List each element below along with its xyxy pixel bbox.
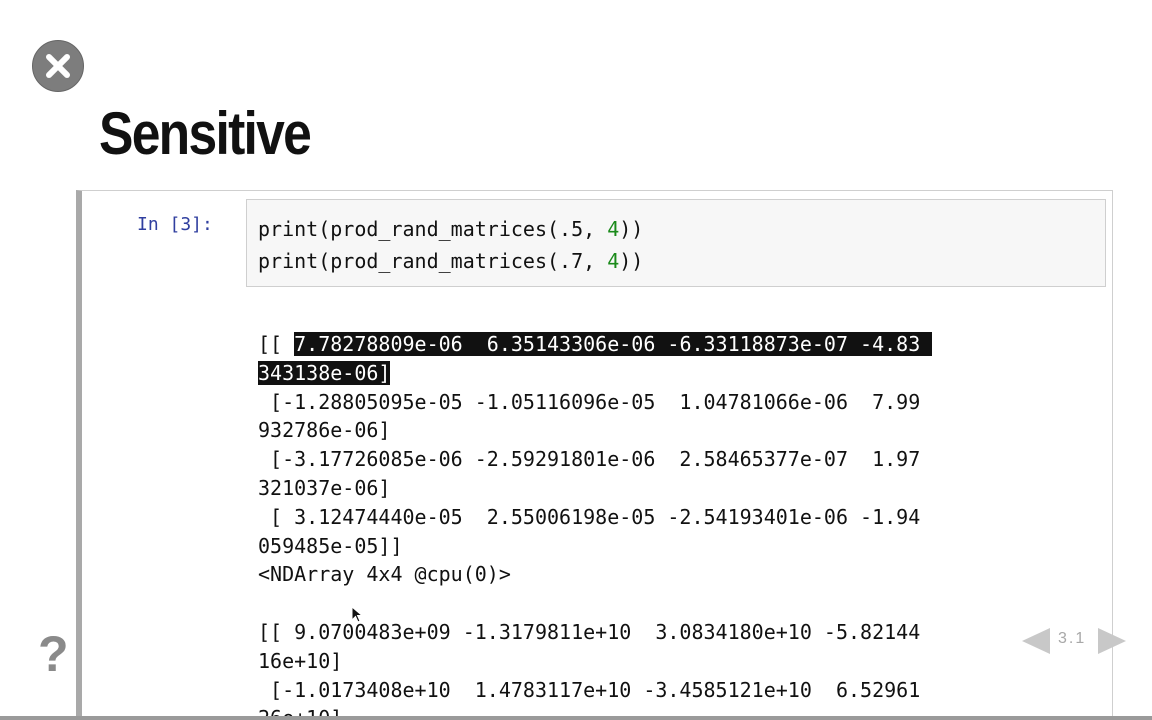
number-literal: 4 [607, 217, 620, 241]
selected-text: 343138e-06] [258, 360, 391, 385]
mouse-pointer-icon [351, 606, 363, 623]
code-input[interactable]: print(prod_rand_matrices(.5, 4)) print(p… [246, 199, 1106, 287]
output-line: [[ 9.0700483e+09 -1.3179811e+10 3.083418… [258, 619, 921, 644]
output-line: [-3.17726085e-06 -2.59291801e-06 2.58465… [258, 447, 921, 472]
output-line: 932786e-06] [258, 418, 391, 443]
cell-prompt: In [3]: [137, 214, 213, 235]
output-blank-line [258, 589, 1088, 618]
output-line: 16e+10] [258, 648, 343, 673]
close-button[interactable] [32, 40, 84, 92]
number-literal: 4 [607, 249, 620, 273]
output-line: 343138e-06] [258, 359, 1088, 388]
code-text: )) [619, 249, 644, 273]
selected-text: 7.78278809e-06 6.35143306e-06 -6.3311887… [294, 332, 933, 356]
slide-number: 3.1 [1058, 630, 1087, 647]
output-line: <NDArray 4x4 @cpu(0)> [258, 562, 511, 587]
output-line: 059485e-05]] [258, 533, 403, 558]
output-line: 321037e-06] [258, 475, 391, 500]
chevron-left-icon[interactable] [1022, 628, 1050, 654]
help-icon[interactable]: ? [38, 626, 69, 682]
output-text: [[ [258, 332, 295, 356]
output-line: [-1.0173408e+10 1.4783117e+10 -3.4585121… [258, 677, 921, 702]
code-text: )) [619, 217, 644, 241]
code-text: print(prod_rand_matrices(.5, [258, 217, 608, 241]
output-line: [-1.28805095e-05 -1.05116096e-05 1.04781… [258, 389, 921, 414]
code-line: print(prod_rand_matrices(.7, 4)) [258, 245, 1105, 277]
progress-bar [0, 716, 1152, 720]
slide-navigation: 3.1 [1020, 624, 1130, 658]
chevron-right-icon[interactable] [1098, 628, 1126, 654]
code-line: print(prod_rand_matrices(.5, 4)) [258, 213, 1105, 245]
output-line: [[ 7.78278809e-06 6.35143306e-06 -6.3311… [258, 330, 1088, 359]
slide-title: Sensitive [99, 100, 312, 167]
code-text: print(prod_rand_matrices(.7, [258, 249, 608, 273]
cell-output[interactable]: [[ 7.78278809e-06 6.35143306e-06 -6.3311… [258, 330, 1088, 720]
close-icon [46, 54, 70, 78]
output-line: [ 3.12474440e-05 2.55006198e-05 -2.54193… [258, 504, 921, 529]
